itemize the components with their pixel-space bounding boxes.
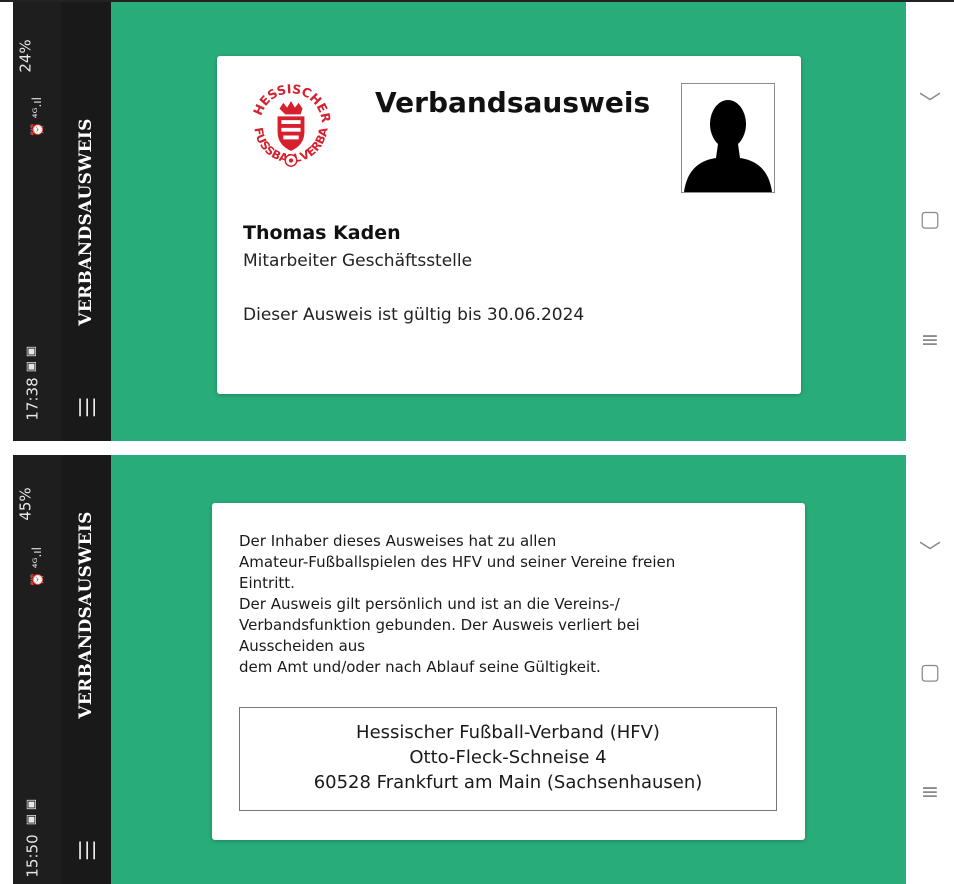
status-bar: 45% ⏰ ⁴ᴳ.ıl ▣ ▣ 15:50 xyxy=(13,455,61,884)
home-icon[interactable]: ▢ xyxy=(906,660,954,685)
chevron-down-icon[interactable]: ﹀ xyxy=(906,86,954,118)
terms-line: dem Amt und/oder nach Ablauf seine Gülti… xyxy=(239,658,601,676)
app-title: VERBANDSAUSWEIS xyxy=(76,118,96,326)
holder-role: Mitarbeiter Geschäftsstelle xyxy=(243,251,473,271)
terms-line: Verbandsfunktion gebunden. Der Ausweis v… xyxy=(239,616,640,634)
signal-icon: ⏰ ⁴ᴳ.ıl xyxy=(29,547,44,587)
id-card-back: Der Inhaber dieses Ausweises hat zu alle… xyxy=(212,503,805,840)
validity-text: Dieser Ausweis ist gültig bis 30.06.2024 xyxy=(243,305,585,325)
hfv-logo: HESSISCHER FUSSBALL VERBAND xyxy=(243,76,334,167)
chevron-down-icon[interactable]: ﹀ xyxy=(906,535,954,567)
terms-text: Der Inhaber dieses Ausweises hat zu alle… xyxy=(239,531,779,678)
signal-icon: ⏰ ⁴ᴳ.ıl xyxy=(29,97,44,137)
battery-level: 45% xyxy=(16,487,35,521)
address-box: Hessischer Fußball-Verband (HFV) Otto-Fl… xyxy=(239,707,777,811)
holder-name: Thomas Kaden xyxy=(243,222,401,244)
system-nav: ﹀ ▢ ≡ xyxy=(906,2,954,441)
id-card-front: HESSISCHER FUSSBALL VERBAND Verbandsausw… xyxy=(217,56,801,394)
app-bar: VERBANDSAUSWEIS ||| xyxy=(61,455,111,884)
menu-icon[interactable]: ≡ xyxy=(906,780,954,805)
status-bar: 24% ⏰ ⁴ᴳ.ıl ▣ ▣ 17:38 xyxy=(13,2,61,441)
notification-icons: ▣ ▣ xyxy=(23,798,38,826)
address-line: Hessischer Fußball-Verband (HFV) xyxy=(356,722,660,743)
terms-line: Eintritt. xyxy=(239,574,295,592)
status-time: 17:38 xyxy=(23,377,42,421)
system-nav: ﹀ ▢ ≡ xyxy=(906,455,954,884)
app-title: VERBANDSAUSWEIS xyxy=(76,511,96,719)
screenshot-front: 24% ⏰ ⁴ᴳ.ıl ▣ ▣ 17:38 VERBANDSAUSWEIS ||… xyxy=(0,0,954,441)
address-line: 60528 Frankfurt am Main (Sachsenhausen) xyxy=(313,772,703,793)
terms-line: Ausscheiden aus xyxy=(239,637,366,655)
screenshot-back: 45% ⏰ ⁴ᴳ.ıl ▣ ▣ 15:50 VERBANDSAUSWEIS ||… xyxy=(0,455,954,884)
terms-line: Der Inhaber dieses Ausweises hat zu alle… xyxy=(239,532,557,550)
status-time: 15:50 xyxy=(23,834,42,878)
home-icon[interactable]: ▢ xyxy=(906,207,954,232)
photo-placeholder xyxy=(681,83,775,193)
address-line: Otto-Fleck-Schneise 4 xyxy=(409,747,607,768)
menu-icon[interactable]: ≡ xyxy=(906,328,954,353)
recents-icon[interactable]: ||| xyxy=(77,839,98,860)
terms-line: Amateur-Fußballspielen des HFV und seine… xyxy=(239,553,676,571)
battery-level: 24% xyxy=(16,39,35,73)
recents-icon[interactable]: ||| xyxy=(77,396,98,417)
app-bar: VERBANDSAUSWEIS ||| xyxy=(61,2,111,441)
notification-icons: ▣ ▣ xyxy=(23,345,38,373)
person-silhouette-icon xyxy=(684,100,772,192)
terms-line: Der Ausweis gilt persönlich und ist an d… xyxy=(239,595,620,613)
card-title: Verbandsausweis xyxy=(375,86,651,119)
